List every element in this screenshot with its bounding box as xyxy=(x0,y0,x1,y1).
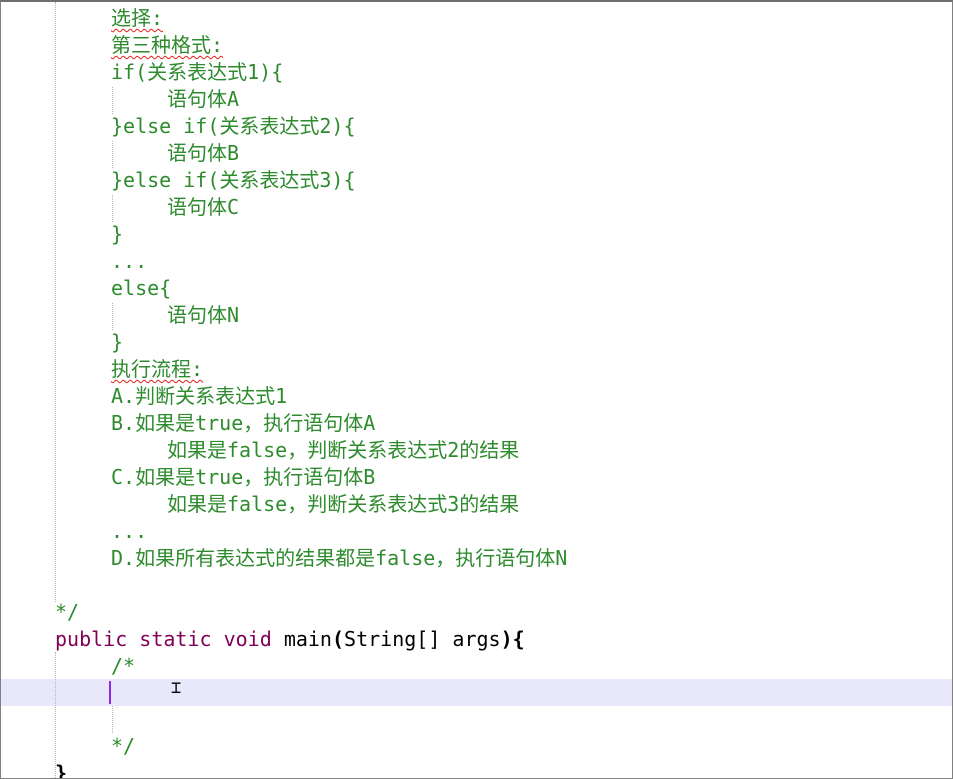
comment-text: 执行流程: xyxy=(111,357,204,381)
code-line-10: ... xyxy=(1,248,952,275)
code-line-9: } xyxy=(1,221,952,248)
comment-text: ... xyxy=(111,249,148,273)
paren-close: ) xyxy=(500,627,513,651)
comment-text: ... xyxy=(111,519,148,543)
current-line-highlight xyxy=(1,679,952,706)
code-line-7: }else if(关系表达式3){ xyxy=(1,167,952,194)
code-line-13: } xyxy=(1,329,952,356)
code-line-11: else{ xyxy=(1,275,952,302)
code-line-22: */ xyxy=(1,599,952,626)
comment-text: } xyxy=(111,222,124,246)
brace-open: { xyxy=(512,627,525,651)
code-line-main-signature: public static void main(String[] args){ xyxy=(1,626,952,653)
comment-text: C.如果是true，执行语句体B xyxy=(111,465,376,489)
comment-text: B.如果是true，执行语句体A xyxy=(111,411,376,435)
code-line-20: ... xyxy=(1,518,952,545)
method-name: main xyxy=(283,627,332,651)
paren-open: ( xyxy=(331,627,345,651)
comment-text: else{ xyxy=(111,276,172,300)
comment-text: A.判断关系表达式1 xyxy=(111,384,288,408)
comment-text: 语句体B xyxy=(167,141,240,165)
comment-text: 语句体A xyxy=(167,87,240,111)
code-line-4: 语句体A xyxy=(1,86,952,113)
code-line-27: */ xyxy=(1,733,952,760)
keyword-static: static xyxy=(139,627,212,651)
indent-guide-inner-comment xyxy=(112,706,113,733)
code-line-15: A.判断关系表达式1 xyxy=(1,383,952,410)
code-line-14: 执行流程: xyxy=(1,356,952,383)
comment-start: /* xyxy=(111,654,136,678)
i-beam-cursor-icon: ⌶ xyxy=(171,678,182,698)
keyword-void: void xyxy=(223,627,272,651)
comment-text: 选择: xyxy=(111,6,164,30)
comment-end: */ xyxy=(111,734,136,758)
code-line-3: if(关系表达式1){ xyxy=(1,59,952,86)
comment-text: }else if(关系表达式2){ xyxy=(111,114,356,138)
comment-end: */ xyxy=(55,600,80,624)
comment-text: if(关系表达式1){ xyxy=(111,60,284,84)
code-line-6: 语句体B xyxy=(1,140,952,167)
keyword-public: public xyxy=(55,627,128,651)
param-type: String[] xyxy=(344,627,441,651)
comment-text: 如果是false，判断关系表达式3的结果 xyxy=(167,492,520,516)
code-line-17: 如果是false，判断关系表达式2的结果 xyxy=(1,437,952,464)
comment-text: D.如果所有表达式的结果都是false，执行语句体N xyxy=(111,546,568,570)
code-line-16: B.如果是true，执行语句体A xyxy=(1,410,952,437)
code-editor[interactable]: 选择: 第三种格式: if(关系表达式1){ 语句体A }else if(关系表… xyxy=(0,0,953,779)
comment-text: 语句体C xyxy=(167,195,240,219)
code-line-24: /* xyxy=(1,653,952,680)
comment-text: 如果是false，判断关系表达式2的结果 xyxy=(167,438,520,462)
comment-text: } xyxy=(111,330,124,354)
code-line-12: 语句体N xyxy=(1,302,952,329)
text-caret xyxy=(109,681,111,704)
code-line-21: D.如果所有表达式的结果都是false，执行语句体N xyxy=(1,545,952,572)
code-line-28: } xyxy=(1,760,952,779)
param-name: args xyxy=(452,627,501,651)
code-line-8: 语句体C xyxy=(1,194,952,221)
code-line-1: 选择: xyxy=(1,5,952,32)
comment-text: }else if(关系表达式3){ xyxy=(111,168,356,192)
code-line-2: 第三种格式: xyxy=(1,32,952,59)
comment-text: 第三种格式: xyxy=(111,33,224,57)
comment-text: 语句体N xyxy=(167,303,240,327)
code-line-5: }else if(关系表达式2){ xyxy=(1,113,952,140)
code-line-19: 如果是false，判断关系表达式3的结果 xyxy=(1,491,952,518)
brace-close: } xyxy=(55,761,68,779)
code-line-18: C.如果是true，执行语句体B xyxy=(1,464,952,491)
